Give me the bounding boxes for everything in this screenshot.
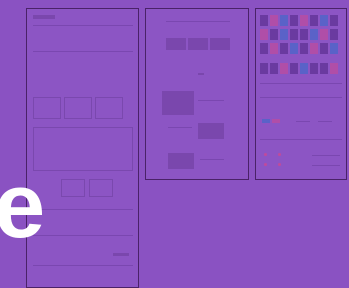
image-tile: [166, 38, 186, 50]
text-line: [200, 159, 224, 160]
gallery-thumb: [270, 15, 278, 26]
gallery-thumb: [270, 63, 278, 74]
ui-dot: [264, 153, 267, 156]
gallery-thumb: [290, 43, 298, 54]
text-line: [168, 127, 192, 128]
gallery-thumb: [330, 29, 338, 40]
text-line: [312, 155, 340, 156]
text-line: [318, 121, 332, 122]
gallery-thumb: [290, 29, 298, 40]
gallery-thumb: [270, 43, 278, 54]
gallery-thumb: [330, 15, 338, 26]
gallery-thumb: [260, 29, 268, 40]
gallery-thumb: [260, 15, 268, 26]
mockup-page-3: [255, 8, 347, 180]
gallery-thumb: [310, 63, 318, 74]
swatch: [272, 119, 280, 123]
mockup-page-2: [145, 8, 249, 180]
logo: [33, 15, 55, 19]
content-block: [33, 127, 133, 171]
nav-line: [33, 25, 133, 26]
feature-card: [95, 97, 123, 119]
overlay-glyph: e: [0, 155, 45, 257]
divider: [260, 139, 342, 140]
gallery-thumb: [300, 29, 308, 40]
ui-dot: [264, 163, 267, 166]
hero-image: [198, 123, 224, 139]
divider: [260, 83, 342, 84]
divider: [33, 51, 133, 52]
hero-image: [168, 153, 194, 169]
gallery-thumb: [300, 43, 308, 54]
gallery-thumb: [330, 63, 338, 74]
ui-dot: [278, 153, 281, 156]
gallery-thumb: [280, 15, 288, 26]
gallery-thumb: [260, 43, 268, 54]
footer-line: [33, 265, 133, 266]
divider: [33, 209, 133, 210]
divider: [33, 235, 133, 236]
gallery-thumb: [320, 29, 328, 40]
gallery-thumb: [320, 43, 328, 54]
hero-image: [162, 91, 194, 115]
ui-dot: [278, 163, 281, 166]
gallery-thumb: [270, 29, 278, 40]
gallery-thumb: [320, 63, 328, 74]
gallery-thumb: [300, 15, 308, 26]
gallery-thumb: [320, 15, 328, 26]
button: [113, 253, 129, 256]
gallery-thumb: [300, 63, 308, 74]
text-line: [198, 100, 224, 101]
image-tile: [188, 38, 208, 50]
gallery-thumb: [290, 63, 298, 74]
gallery-thumb: [260, 63, 268, 74]
gallery-thumb: [310, 15, 318, 26]
nav-line: [166, 21, 230, 22]
gallery-thumb: [290, 15, 298, 26]
divider: [260, 97, 342, 98]
feature-card: [89, 179, 113, 197]
feature-card: [61, 179, 85, 197]
gallery-thumb: [280, 29, 288, 40]
image-tile: [210, 38, 230, 50]
gallery-thumb: [280, 43, 288, 54]
feature-card: [33, 97, 61, 119]
gallery-thumb: [280, 63, 288, 74]
text-line: [312, 165, 340, 166]
feature-card: [64, 97, 92, 119]
swatch: [262, 119, 270, 123]
text-line: [296, 121, 310, 122]
small-tag: [198, 73, 204, 75]
gallery-thumb: [310, 43, 318, 54]
gallery-thumb: [330, 43, 338, 54]
gallery-thumb: [310, 29, 318, 40]
